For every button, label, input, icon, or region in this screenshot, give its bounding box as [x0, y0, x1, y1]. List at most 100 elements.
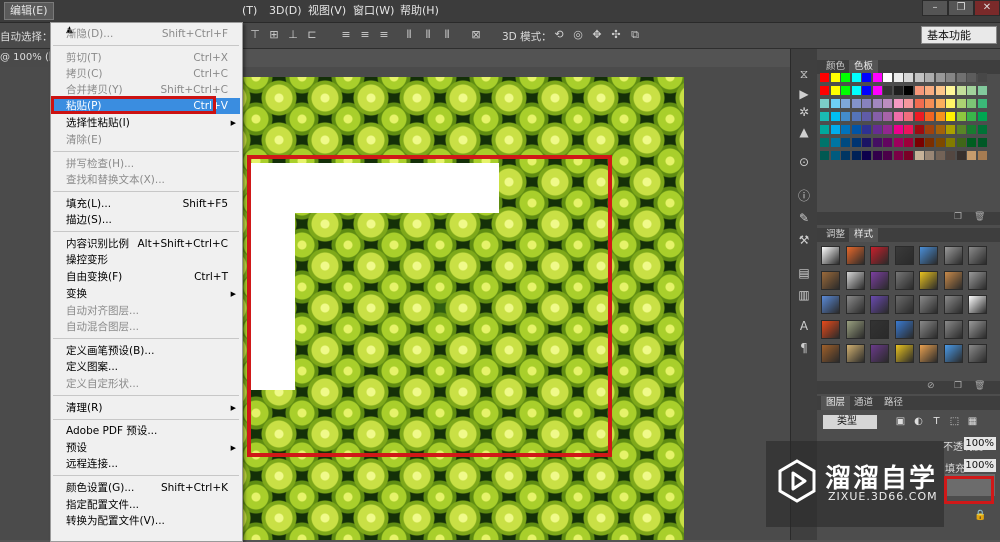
menu-item-paste-special[interactable]: 选择性粘贴(I) ▶	[52, 115, 240, 131]
menu-item-transform[interactable]: 变换 ▶	[52, 286, 240, 302]
layer-filter-kind[interactable]: 类型	[823, 415, 877, 429]
color-swatch[interactable]	[820, 112, 829, 121]
style-preset[interactable]	[821, 295, 840, 314]
histogram-icon[interactable]: ▲	[797, 125, 811, 139]
color-swatch[interactable]	[820, 73, 829, 82]
filter-smart-object-icon[interactable]: ▦	[967, 415, 978, 428]
style-preset[interactable]	[943, 246, 963, 265]
color-swatch[interactable]	[883, 151, 892, 160]
menu-item-remote-connections[interactable]: 远程连接...	[52, 456, 240, 472]
style-preset[interactable]	[821, 319, 840, 339]
menu-item-purge[interactable]: 清理(R) ▶	[52, 400, 240, 416]
distribute-top-icon[interactable]: ≡	[340, 29, 352, 41]
align-vcenter-icon[interactable]: ⊞	[268, 29, 280, 41]
color-swatch[interactable]	[862, 138, 871, 147]
new-swatch-icon[interactable]: ❐	[954, 212, 962, 222]
color-swatch[interactable]	[851, 125, 861, 134]
menu-type[interactable]: (T)	[237, 3, 262, 19]
color-swatch[interactable]	[820, 86, 829, 95]
fill-field[interactable]: 100%	[964, 459, 996, 472]
color-swatch[interactable]	[872, 112, 882, 121]
style-preset[interactable]	[870, 319, 889, 339]
color-swatch[interactable]	[925, 86, 934, 95]
distribute-right-icon[interactable]: ⫴	[441, 29, 453, 41]
menu-view[interactable]: 视图(V)	[303, 3, 351, 19]
menu-item-assign-profile[interactable]: 指定配置文件...	[52, 497, 240, 513]
color-swatch[interactable]	[946, 99, 955, 108]
menu-item-presets[interactable]: 预设 ▶	[52, 440, 240, 456]
color-swatch[interactable]	[977, 86, 987, 95]
color-swatch[interactable]	[946, 112, 955, 121]
color-swatch[interactable]	[914, 151, 924, 160]
style-preset[interactable]	[919, 319, 938, 339]
color-swatch[interactable]	[946, 125, 955, 134]
workspace-select[interactable]: 基本功能	[921, 26, 997, 44]
style-preset[interactable]	[845, 319, 865, 339]
tab-color[interactable]: 颜色	[821, 60, 850, 74]
style-preset[interactable]	[870, 270, 889, 290]
color-swatch[interactable]	[830, 151, 840, 160]
color-swatch[interactable]	[830, 86, 840, 95]
color-swatch[interactable]	[925, 112, 934, 121]
filter-pixel-icon[interactable]: ▣	[895, 415, 906, 428]
3d-rotate-icon[interactable]: ⟲	[553, 29, 565, 41]
character-icon[interactable]: A	[797, 319, 811, 333]
color-swatch[interactable]	[830, 125, 840, 134]
color-swatch[interactable]	[851, 99, 861, 108]
color-swatch[interactable]	[967, 112, 976, 121]
color-swatch[interactable]	[946, 86, 955, 95]
align-left-icon[interactable]: ⊏	[306, 29, 318, 41]
style-preset[interactable]	[894, 246, 914, 265]
filter-shape-icon[interactable]: ⬚	[949, 415, 960, 428]
style-preset[interactable]	[845, 344, 865, 363]
color-swatch[interactable]	[977, 112, 987, 121]
actions-icon[interactable]: ▶	[797, 87, 811, 101]
style-preset[interactable]	[968, 246, 987, 265]
auto-align-icon[interactable]: ⊠	[470, 29, 482, 41]
color-swatch[interactable]	[872, 125, 882, 134]
color-swatch[interactable]	[841, 99, 850, 108]
notes-icon[interactable]: ▥	[797, 288, 811, 302]
color-swatch[interactable]	[830, 112, 840, 121]
color-swatch[interactable]	[925, 125, 934, 134]
color-swatch[interactable]	[935, 151, 945, 160]
color-swatch[interactable]	[935, 99, 945, 108]
filter-adjustment-icon[interactable]: ◐	[913, 415, 924, 428]
color-swatch[interactable]	[851, 112, 861, 121]
color-swatch[interactable]	[862, 112, 871, 121]
style-preset[interactable]	[821, 344, 840, 363]
properties-icon[interactable]: ⓘ	[797, 189, 811, 203]
delete-swatch-icon[interactable]: 🗑	[974, 212, 985, 222]
color-swatch[interactable]	[956, 86, 966, 95]
distribute-left-icon[interactable]: ⫴	[403, 29, 415, 41]
color-swatch[interactable]	[841, 138, 850, 147]
color-swatch[interactable]	[914, 86, 924, 95]
color-swatch[interactable]	[935, 138, 945, 147]
menu-item-puppet-warp[interactable]: 操控变形	[52, 252, 240, 268]
style-preset[interactable]	[919, 295, 938, 314]
menu-item-fill[interactable]: 填充(L)... Shift+F5	[52, 196, 240, 212]
color-swatch[interactable]	[946, 73, 955, 82]
color-swatch[interactable]	[893, 151, 903, 160]
color-swatch[interactable]	[925, 99, 934, 108]
color-swatch[interactable]	[872, 138, 882, 147]
distribute-bottom-icon[interactable]: ≡	[378, 29, 390, 41]
color-swatch[interactable]	[914, 138, 924, 147]
color-swatch[interactable]	[851, 86, 861, 95]
color-swatch[interactable]	[967, 86, 976, 95]
style-preset[interactable]	[870, 295, 889, 314]
tool-presets-icon[interactable]: ⚒	[797, 233, 811, 247]
color-swatch[interactable]	[893, 86, 903, 95]
style-preset[interactable]	[894, 319, 914, 339]
3d-roll-icon[interactable]: ◎	[572, 29, 584, 41]
color-swatch[interactable]	[862, 99, 871, 108]
color-swatch[interactable]	[893, 99, 903, 108]
history-icon[interactable]: ⧖	[797, 67, 811, 81]
tab-channels[interactable]: 通道	[849, 396, 878, 410]
color-swatch[interactable]	[977, 151, 987, 160]
3d-slide-icon[interactable]: ✣	[610, 29, 622, 41]
color-swatch[interactable]	[904, 99, 913, 108]
style-preset[interactable]	[943, 270, 963, 290]
color-swatch[interactable]	[946, 151, 955, 160]
color-swatch[interactable]	[914, 99, 924, 108]
